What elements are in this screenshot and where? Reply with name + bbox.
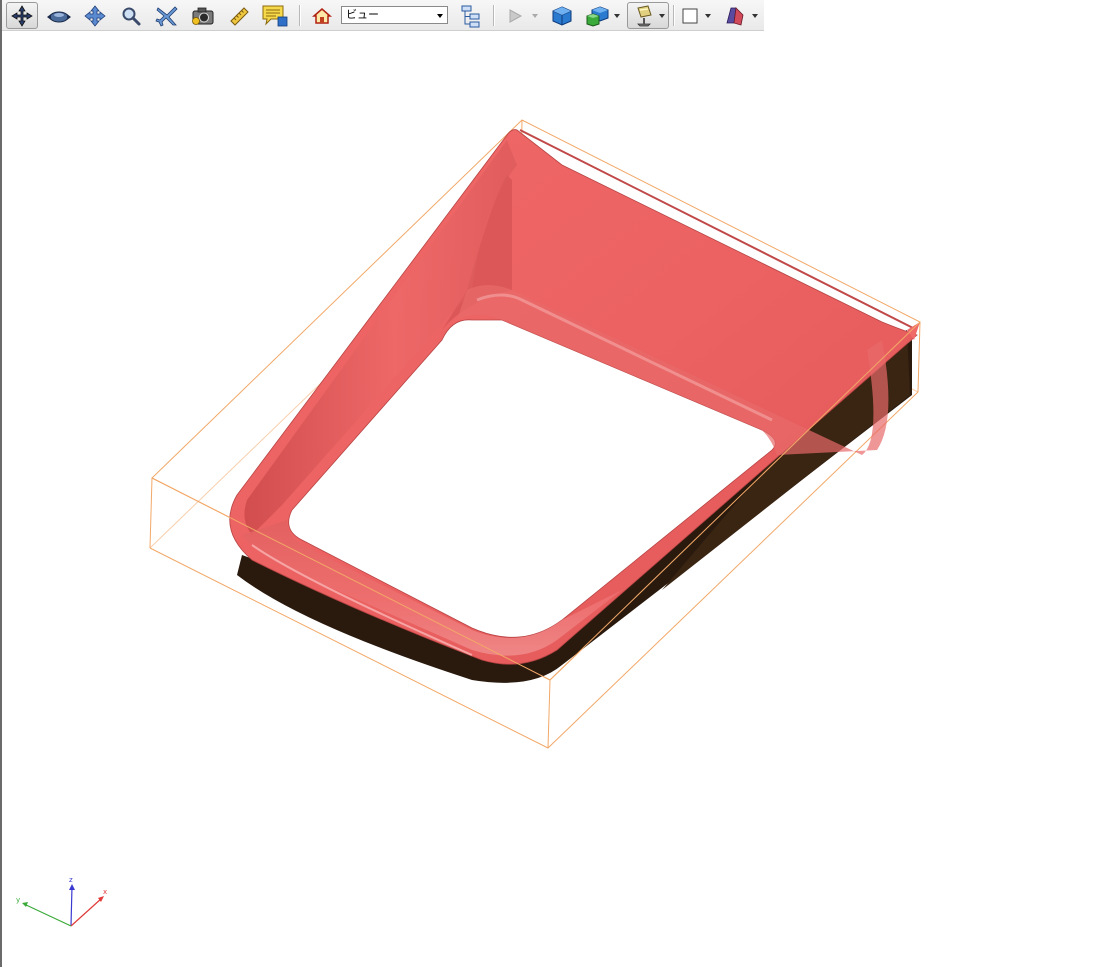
z-axis-label: z: [69, 876, 73, 884]
y-axis-arrow-icon: [22, 902, 28, 907]
x-axis-label: x: [103, 888, 107, 896]
3d-viewport[interactable]: ビュー z x y: [0, 0, 1109, 967]
axis-triad: z x y: [16, 876, 107, 927]
3d-scene[interactable]: [2, 0, 1109, 967]
y-axis: [23, 903, 72, 927]
z-axis: [70, 885, 73, 927]
z-axis-arrow-icon: [69, 884, 75, 890]
y-axis-label: y: [16, 896, 20, 904]
part-left-arm-highlight: [244, 140, 517, 535]
x-axis: [70, 897, 103, 927]
